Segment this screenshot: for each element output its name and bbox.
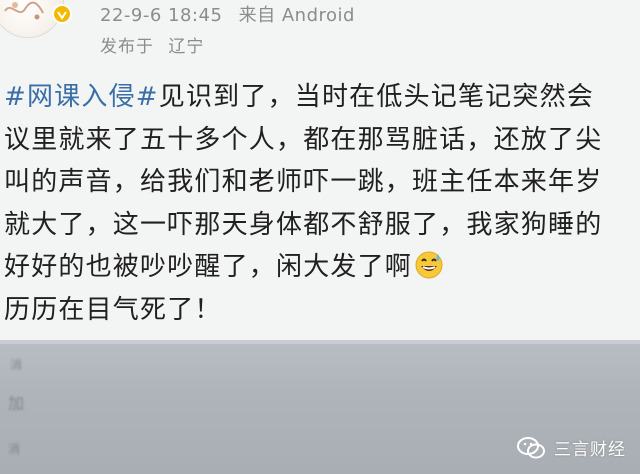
post-source: 来自 Android [238, 5, 355, 26]
watermark-text: 三言财经 [554, 440, 626, 460]
blurred-label-3: 消 [8, 442, 21, 456]
hashtag-link[interactable]: #网课入侵# [4, 82, 159, 112]
content-text-5: 好好的也被吵吵醒了，闲大发了啊 [4, 252, 413, 282]
content-line-1: #网课入侵#见识到了，当时在低头记笔记突然会 [4, 76, 634, 119]
content-line-4: 就大了，这一吓那天身体都不舒服了，我家狗睡的 [4, 209, 603, 240]
location-text: 辽宁 [168, 37, 205, 57]
watermark: 三言财经 [516, 435, 626, 460]
content-line-6: 历历在目气死了！ [4, 294, 222, 325]
wechat-icon [517, 436, 545, 458]
sweat-smile-emoji-icon [415, 251, 443, 279]
post-meta: 22-9-6 18:45 来自 Android [100, 1, 365, 27]
content-line-3: 叫的声音，给我们和老师吓一跳，班主任本来年岁 [4, 167, 603, 197]
blurred-label-1: 消 [10, 358, 23, 372]
post-content: #网课入侵#见识到了，当时在低头记笔记突然会 议里就来了五十多个人，都在那骂脏话… [4, 76, 634, 331]
verified-badge-icon [52, 4, 72, 24]
blurred-label-2: 加 [8, 394, 25, 413]
avatar-drawing-icon [4, 1, 44, 20]
post-timestamp[interactable]: 22-9-6 18:45 [100, 5, 222, 26]
weibo-post-card: 22-9-6 18:45 来自 Android 发布于 辽宁 #网课入侵#见识到… [0, 0, 640, 340]
post-location: 发布于 辽宁 [100, 32, 212, 57]
content-text-1: 见识到了，当时在低头记笔记突然会 [158, 82, 594, 112]
panel-divider [0, 340, 640, 344]
content-line-2: 议里就来了五十多个人，都在那骂脏话，还放了尖 [4, 124, 603, 155]
published-prefix: 发布于 [100, 37, 154, 57]
content-line-5: 好好的也被吵吵醒了，闲大发了啊 [4, 246, 634, 289]
